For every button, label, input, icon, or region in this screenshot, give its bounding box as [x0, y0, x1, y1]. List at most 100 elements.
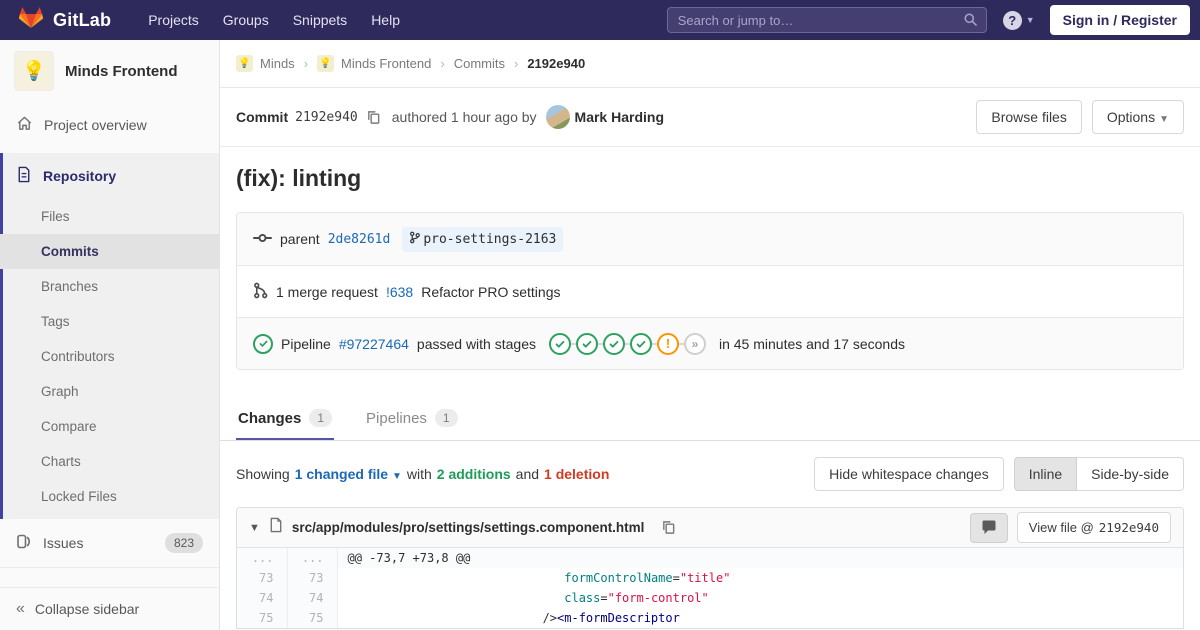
sidebar: 💡 Minds Frontend Project overview — [0, 40, 220, 630]
caret-down-icon: ▼ — [1159, 114, 1169, 125]
pipeline-stage-success-icon[interactable] — [630, 333, 652, 355]
diff-row: 7474 class="form-control" — [237, 588, 1183, 608]
repository-section: Repository FilesCommitsBranchesTagsContr… — [0, 153, 219, 519]
author-avatar[interactable] — [546, 105, 570, 129]
tab-changes[interactable]: Changes1 — [236, 396, 334, 440]
sidebar-item-contributors[interactable]: Contributors — [0, 339, 219, 374]
commit-info-box: parent 2de8261d pro-settings-2163 — [236, 212, 1184, 370]
old-line-number[interactable]: 74 — [237, 588, 287, 608]
pipeline-status-text: passed with stages — [417, 336, 536, 352]
old-line-number[interactable]: ... — [237, 548, 287, 568]
sidebar-item-repository[interactable]: Repository — [0, 153, 219, 199]
sidebar-item-charts[interactable]: Charts — [0, 444, 219, 479]
pipeline-stage-success-icon[interactable] — [549, 333, 571, 355]
browse-files-button[interactable]: Browse files — [976, 100, 1081, 134]
view-file-button[interactable]: View file @ 2192e940 — [1017, 512, 1171, 543]
pipeline-duration: in 45 minutes and 17 seconds — [719, 336, 905, 352]
tanuki-icon — [18, 5, 44, 35]
and-label: and — [516, 466, 539, 482]
project-avatar: 💡 — [14, 51, 54, 91]
breadcrumb-item-minds[interactable]: 💡Minds — [236, 55, 295, 72]
pipeline-stage-success-icon[interactable] — [603, 333, 625, 355]
new-line-number[interactable]: ... — [287, 548, 337, 568]
document-icon — [16, 166, 32, 186]
sidebar-item-compare[interactable]: Compare — [0, 409, 219, 444]
search-box — [667, 7, 987, 33]
commit-label: Commit — [236, 109, 288, 125]
sign-in-button[interactable]: Sign in / Register — [1050, 5, 1190, 35]
new-line-number[interactable]: 75 — [287, 608, 337, 628]
nav-links: ProjectsGroupsSnippetsHelp — [137, 6, 411, 34]
sidebar-item-label: Issues — [43, 535, 83, 551]
code-line: @@ -73,7 +73,8 @@ — [337, 548, 1183, 568]
sidebar-item-files[interactable]: Files — [0, 199, 219, 234]
inline-view-button[interactable]: Inline — [1014, 457, 1077, 491]
new-line-number[interactable]: 73 — [287, 568, 337, 588]
file-icon — [269, 517, 283, 538]
changes-bar: Showing 1 changed file ▼ with 2 addition… — [220, 441, 1200, 507]
branch-name: pro-settings-2163 — [423, 232, 556, 247]
mr-ref-link[interactable]: !638 — [386, 284, 413, 300]
nav-link-projects[interactable]: Projects — [137, 6, 210, 34]
sidebar-item-issues[interactable]: Issues 823 — [0, 519, 219, 568]
changed-files-dropdown[interactable]: 1 changed file ▼ — [295, 466, 402, 482]
caret-down-icon: ▼ — [392, 471, 402, 482]
project-name: Minds Frontend — [65, 63, 178, 80]
pipeline-mini-graph: !» — [549, 333, 706, 355]
breadcrumb-item-minds-frontend[interactable]: 💡Minds Frontend — [317, 55, 431, 72]
commit-header: Commit 2192e940 authored 1 hour ago by M… — [220, 88, 1200, 147]
mr-count-text: 1 merge request — [276, 284, 378, 300]
deletions-count: 1 deletion — [544, 466, 609, 482]
tab-pipelines[interactable]: Pipelines1 — [364, 396, 460, 440]
sidebar-item-project-overview[interactable]: Project overview — [0, 102, 219, 148]
copy-path-button[interactable] — [659, 518, 678, 537]
search-input[interactable] — [667, 7, 987, 33]
toggle-comments-button[interactable] — [970, 513, 1008, 543]
pipeline-id-link[interactable]: #97227464 — [339, 336, 409, 352]
pipeline-stage-success-icon[interactable] — [576, 333, 598, 355]
file-path[interactable]: src/app/modules/pro/settings/settings.co… — [292, 520, 645, 535]
home-icon — [16, 115, 33, 135]
collapse-sidebar-button[interactable]: « Collapse sidebar — [0, 587, 219, 630]
branch-badge[interactable]: pro-settings-2163 — [402, 227, 563, 252]
sidebar-item-branches[interactable]: Branches — [0, 269, 219, 304]
pipeline-stage-skipped-icon[interactable]: » — [684, 333, 706, 355]
gitlab-home-link[interactable]: GitLab — [10, 5, 119, 35]
showing-label: Showing — [236, 466, 290, 482]
side-by-side-view-button[interactable]: Side-by-side — [1077, 457, 1184, 491]
sidebar-item-commits[interactable]: Commits — [0, 234, 219, 269]
parent-label: parent — [280, 231, 320, 247]
sidebar-item-label: Repository — [43, 168, 116, 184]
sidebar-item-graph[interactable]: Graph — [0, 374, 219, 409]
sidebar-item-tags[interactable]: Tags — [0, 304, 219, 339]
search-icon[interactable] — [963, 12, 978, 32]
options-button[interactable]: Options▼ — [1092, 100, 1184, 134]
parent-sha-link[interactable]: 2de8261d — [328, 232, 391, 247]
diff-table: ......@@ -73,7 +73,8 @@7373 formControlN… — [237, 548, 1183, 628]
parent-row: parent 2de8261d pro-settings-2163 — [237, 213, 1183, 265]
old-line-number[interactable]: 73 — [237, 568, 287, 588]
hide-whitespace-button[interactable]: Hide whitespace changes — [814, 457, 1004, 491]
project-context[interactable]: 💡 Minds Frontend — [0, 40, 219, 102]
breadcrumb-separator: › — [440, 56, 444, 71]
breadcrumb: 💡Minds›💡Minds Frontend›Commits›2192e940 — [220, 40, 1200, 88]
collapse-diff-icon[interactable]: ▼ — [249, 522, 260, 534]
nav-link-groups[interactable]: Groups — [212, 6, 280, 34]
new-line-number[interactable]: 74 — [287, 588, 337, 608]
help-menu[interactable]: ? ▼ — [1003, 11, 1035, 30]
copy-sha-button[interactable] — [364, 108, 383, 127]
sidebar-item-locked-files[interactable]: Locked Files — [0, 479, 219, 514]
authored-text: authored 1 hour ago by — [392, 109, 537, 125]
tab-count-badge: 1 — [435, 409, 458, 427]
breadcrumb-item-commits[interactable]: Commits — [454, 56, 505, 71]
pipeline-stage-warning-icon[interactable]: ! — [657, 333, 679, 355]
nav-link-help[interactable]: Help — [360, 6, 411, 34]
nav-link-snippets[interactable]: Snippets — [282, 6, 358, 34]
breadcrumb-separator: › — [514, 56, 518, 71]
old-line-number[interactable]: 75 — [237, 608, 287, 628]
repository-subitems: FilesCommitsBranchesTagsContributorsGrap… — [0, 199, 219, 514]
navbar: GitLab ProjectsGroupsSnippetsHelp ? ▼ Si… — [0, 0, 1200, 40]
diff-row: ......@@ -73,7 +73,8 @@ — [237, 548, 1183, 568]
pipeline-status-icon[interactable] — [253, 334, 273, 354]
author-name[interactable]: Mark Harding — [575, 109, 664, 125]
